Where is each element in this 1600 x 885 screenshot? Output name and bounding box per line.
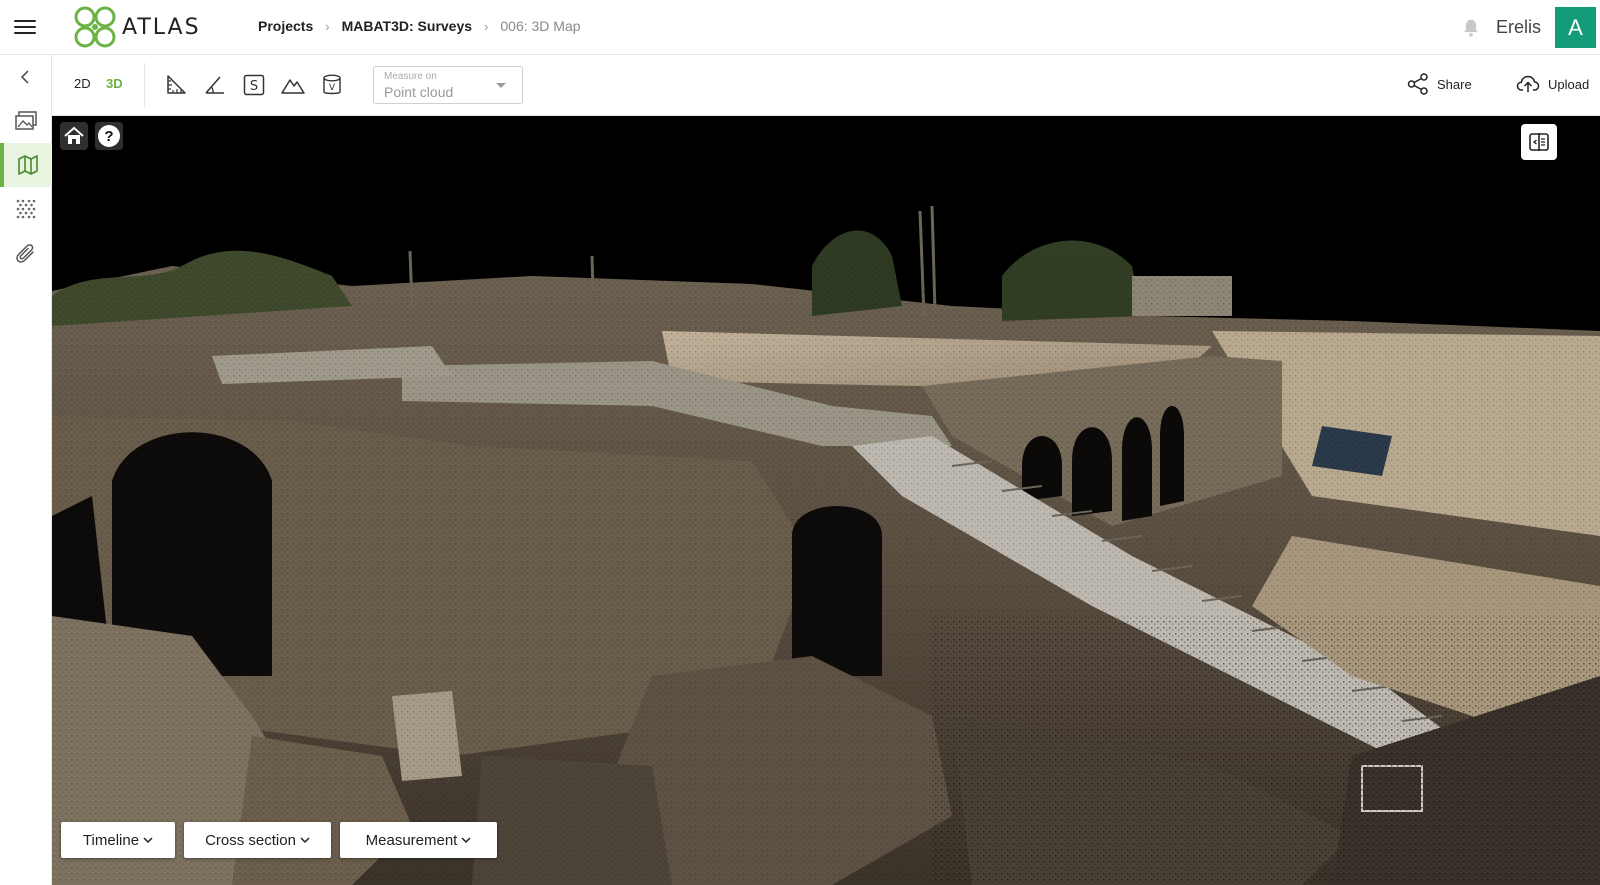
atlas-logo-icon [74,6,116,48]
point-cloud-dots-icon [16,199,36,219]
cross-section-label: Cross section [205,831,296,849]
hamburger-menu-icon[interactable] [14,16,36,38]
measure-on-label: Measure on [384,71,437,82]
help-button[interactable]: ? [95,122,123,150]
mode-3d-button[interactable]: 3D [106,76,123,91]
measurement-label: Measurement [365,831,458,849]
timeline-label: Timeline [82,831,140,849]
measure-on-select[interactable]: Measure on Point cloud [373,66,523,104]
angle-icon[interactable] [203,73,227,97]
upload-button[interactable]: Upload [1516,73,1589,95]
3d-point-cloud-viewer[interactable]: ? Timeline Cross section Measurement [52,116,1600,885]
mode-2d-button[interactable]: 2D [74,76,91,91]
avatar[interactable]: A [1555,7,1596,48]
map-icon [18,155,38,175]
split-compare-icon [1529,133,1549,151]
measurement-button[interactable]: Measurement [340,822,497,858]
volume-v-icon[interactable]: V [320,73,344,97]
header-user-area: Erelis A [1460,0,1600,55]
breadcrumb-separator-icon: › [325,18,330,34]
area-s-icon[interactable]: S [242,73,266,97]
app-name: ATLAS [122,14,201,40]
chevron-down-icon [461,837,471,844]
compare-split-button[interactable] [1521,124,1557,160]
home-view-button[interactable] [60,122,88,150]
paperclip-attachment-icon [16,244,34,263]
chevron-down-icon [143,837,153,844]
cross-section-button[interactable]: Cross section [184,822,331,858]
left-sidebar [0,55,52,885]
share-button[interactable]: Share [1407,73,1472,95]
sidebar-item-attachments[interactable] [0,231,52,275]
help-icon: ? [98,125,120,147]
sidebar-collapse-button[interactable] [0,55,52,99]
chevron-down-icon [496,83,506,88]
upload-label: Upload [1548,76,1590,92]
height-profile-icon[interactable] [281,73,305,97]
notification-bell-icon[interactable] [1460,17,1482,39]
timeline-button[interactable]: Timeline [61,822,175,858]
sidebar-item-gallery[interactable] [0,99,52,143]
viewer-toolbar: 2D 3D S V Measure on Point cloud Share U… [52,55,1600,116]
breadcrumb: Projects › MABAT3D: Surveys › 006: 3D Ma… [258,18,581,34]
app-logo[interactable]: ATLAS [72,3,201,51]
chevron-down-icon [300,837,310,844]
help-label: ? [104,127,114,145]
share-icon [1407,73,1428,95]
breadcrumb-projects[interactable]: Projects [258,18,313,34]
svg-text:S: S [250,79,258,94]
home-icon [64,126,84,144]
user-name[interactable]: Erelis [1496,17,1541,38]
breadcrumb-separator-icon: › [484,18,489,34]
distance-ruler-icon[interactable] [164,73,188,97]
measure-on-value: Point cloud [384,84,454,100]
breadcrumb-project[interactable]: MABAT3D: Surveys [342,18,472,34]
share-label: Share [1437,76,1472,92]
svg-text:V: V [329,83,336,93]
toolbar-divider [144,63,145,107]
point-cloud-scene[interactable] [52,116,1600,885]
breadcrumb-current: 006: 3D Map [500,18,581,34]
chevron-left-icon [20,70,29,84]
top-header: ATLAS Projects › MABAT3D: Surveys › 006:… [0,0,1600,55]
gallery-images-icon [15,111,37,130]
sidebar-item-map[interactable] [0,143,52,187]
sidebar-item-point-cloud[interactable] [0,187,52,231]
cloud-upload-icon [1516,75,1540,92]
